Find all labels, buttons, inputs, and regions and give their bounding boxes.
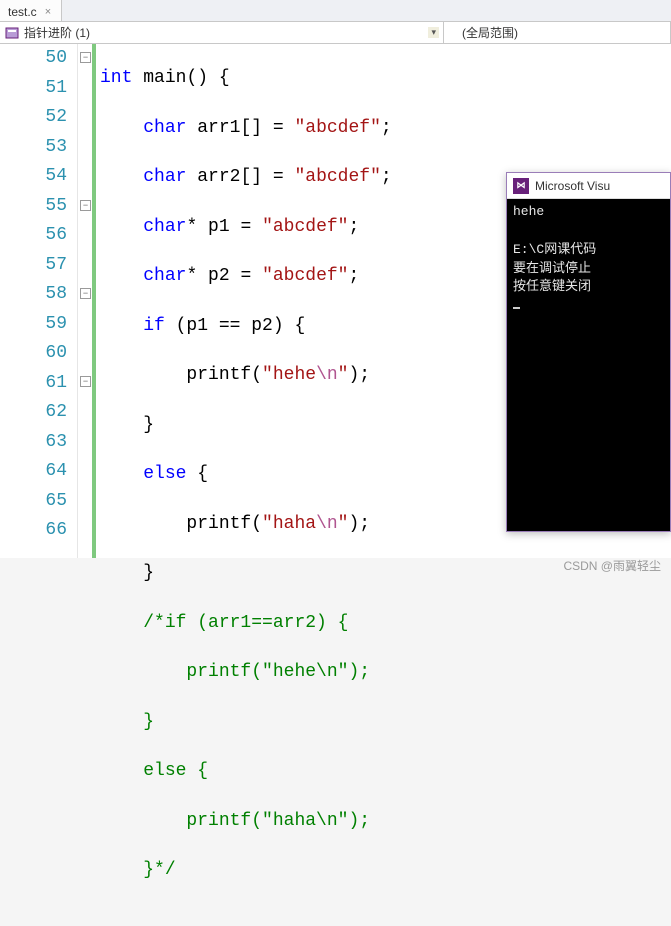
scope-global-dropdown[interactable]: (全局范围) xyxy=(444,22,671,43)
line-number: 52 xyxy=(0,103,67,133)
line-number-gutter: 50 51 52 53 54 55 56 57 58 59 60 61 62 6… xyxy=(0,44,78,558)
line-number: 56 xyxy=(0,221,67,251)
navigation-bar: 指针进阶 (1) ▾ (全局范围) xyxy=(0,22,671,44)
code-line: printf("haha\n"); xyxy=(100,807,671,837)
scope-global-label: (全局范围) xyxy=(448,24,666,41)
fold-toggle[interactable]: − xyxy=(80,200,91,211)
console-titlebar[interactable]: ⋈ Microsoft Visu xyxy=(507,173,670,199)
fold-toggle[interactable]: − xyxy=(80,52,91,63)
console-title-text: Microsoft Visu xyxy=(535,179,610,193)
line-number: 57 xyxy=(0,251,67,281)
line-number: 55 xyxy=(0,192,67,222)
line-number: 51 xyxy=(0,74,67,104)
visual-studio-icon: ⋈ xyxy=(513,178,529,194)
line-number: 59 xyxy=(0,310,67,340)
code-line: }*/ xyxy=(100,856,671,886)
close-icon[interactable]: × xyxy=(43,6,53,18)
line-number: 61 xyxy=(0,369,67,399)
project-icon xyxy=(4,25,20,41)
code-line: printf("hehe\n"); xyxy=(100,658,671,688)
line-number: 60 xyxy=(0,339,67,369)
console-output: hehe E:\C网课代码 要在调试停止 按任意键关闭 xyxy=(507,199,670,531)
scope-project-label: 指针进阶 (1) xyxy=(24,24,428,41)
scope-project-dropdown[interactable]: 指针进阶 (1) ▾ xyxy=(0,22,444,43)
line-number: 66 xyxy=(0,516,67,546)
line-number: 63 xyxy=(0,428,67,458)
debug-console-window[interactable]: ⋈ Microsoft Visu hehe E:\C网课代码 要在调试停止 按任… xyxy=(506,172,671,532)
line-number: 50 xyxy=(0,44,67,74)
watermark: CSDN @雨翼轻尘 xyxy=(563,557,661,574)
cursor-icon xyxy=(513,307,520,309)
line-number: 58 xyxy=(0,280,67,310)
tab-filename: test.c xyxy=(8,5,37,19)
code-line: else { xyxy=(100,757,671,787)
code-line: char arr1[] = "abcdef"; xyxy=(100,114,671,144)
code-line: /*if (arr1==arr2) { xyxy=(100,609,671,639)
code-line: int main() { xyxy=(100,64,671,94)
line-number: 65 xyxy=(0,487,67,517)
line-number: 62 xyxy=(0,398,67,428)
code-line: } xyxy=(100,708,671,738)
line-number: 64 xyxy=(0,457,67,487)
tab-bar: test.c × xyxy=(0,0,671,22)
chevron-down-icon[interactable]: ▾ xyxy=(428,27,439,38)
file-tab[interactable]: test.c × xyxy=(0,0,62,21)
line-number: 53 xyxy=(0,133,67,163)
fold-toggle[interactable]: − xyxy=(80,288,91,299)
outline-margin: − − − − xyxy=(78,44,96,558)
line-number: 54 xyxy=(0,162,67,192)
fold-toggle[interactable]: − xyxy=(80,376,91,387)
